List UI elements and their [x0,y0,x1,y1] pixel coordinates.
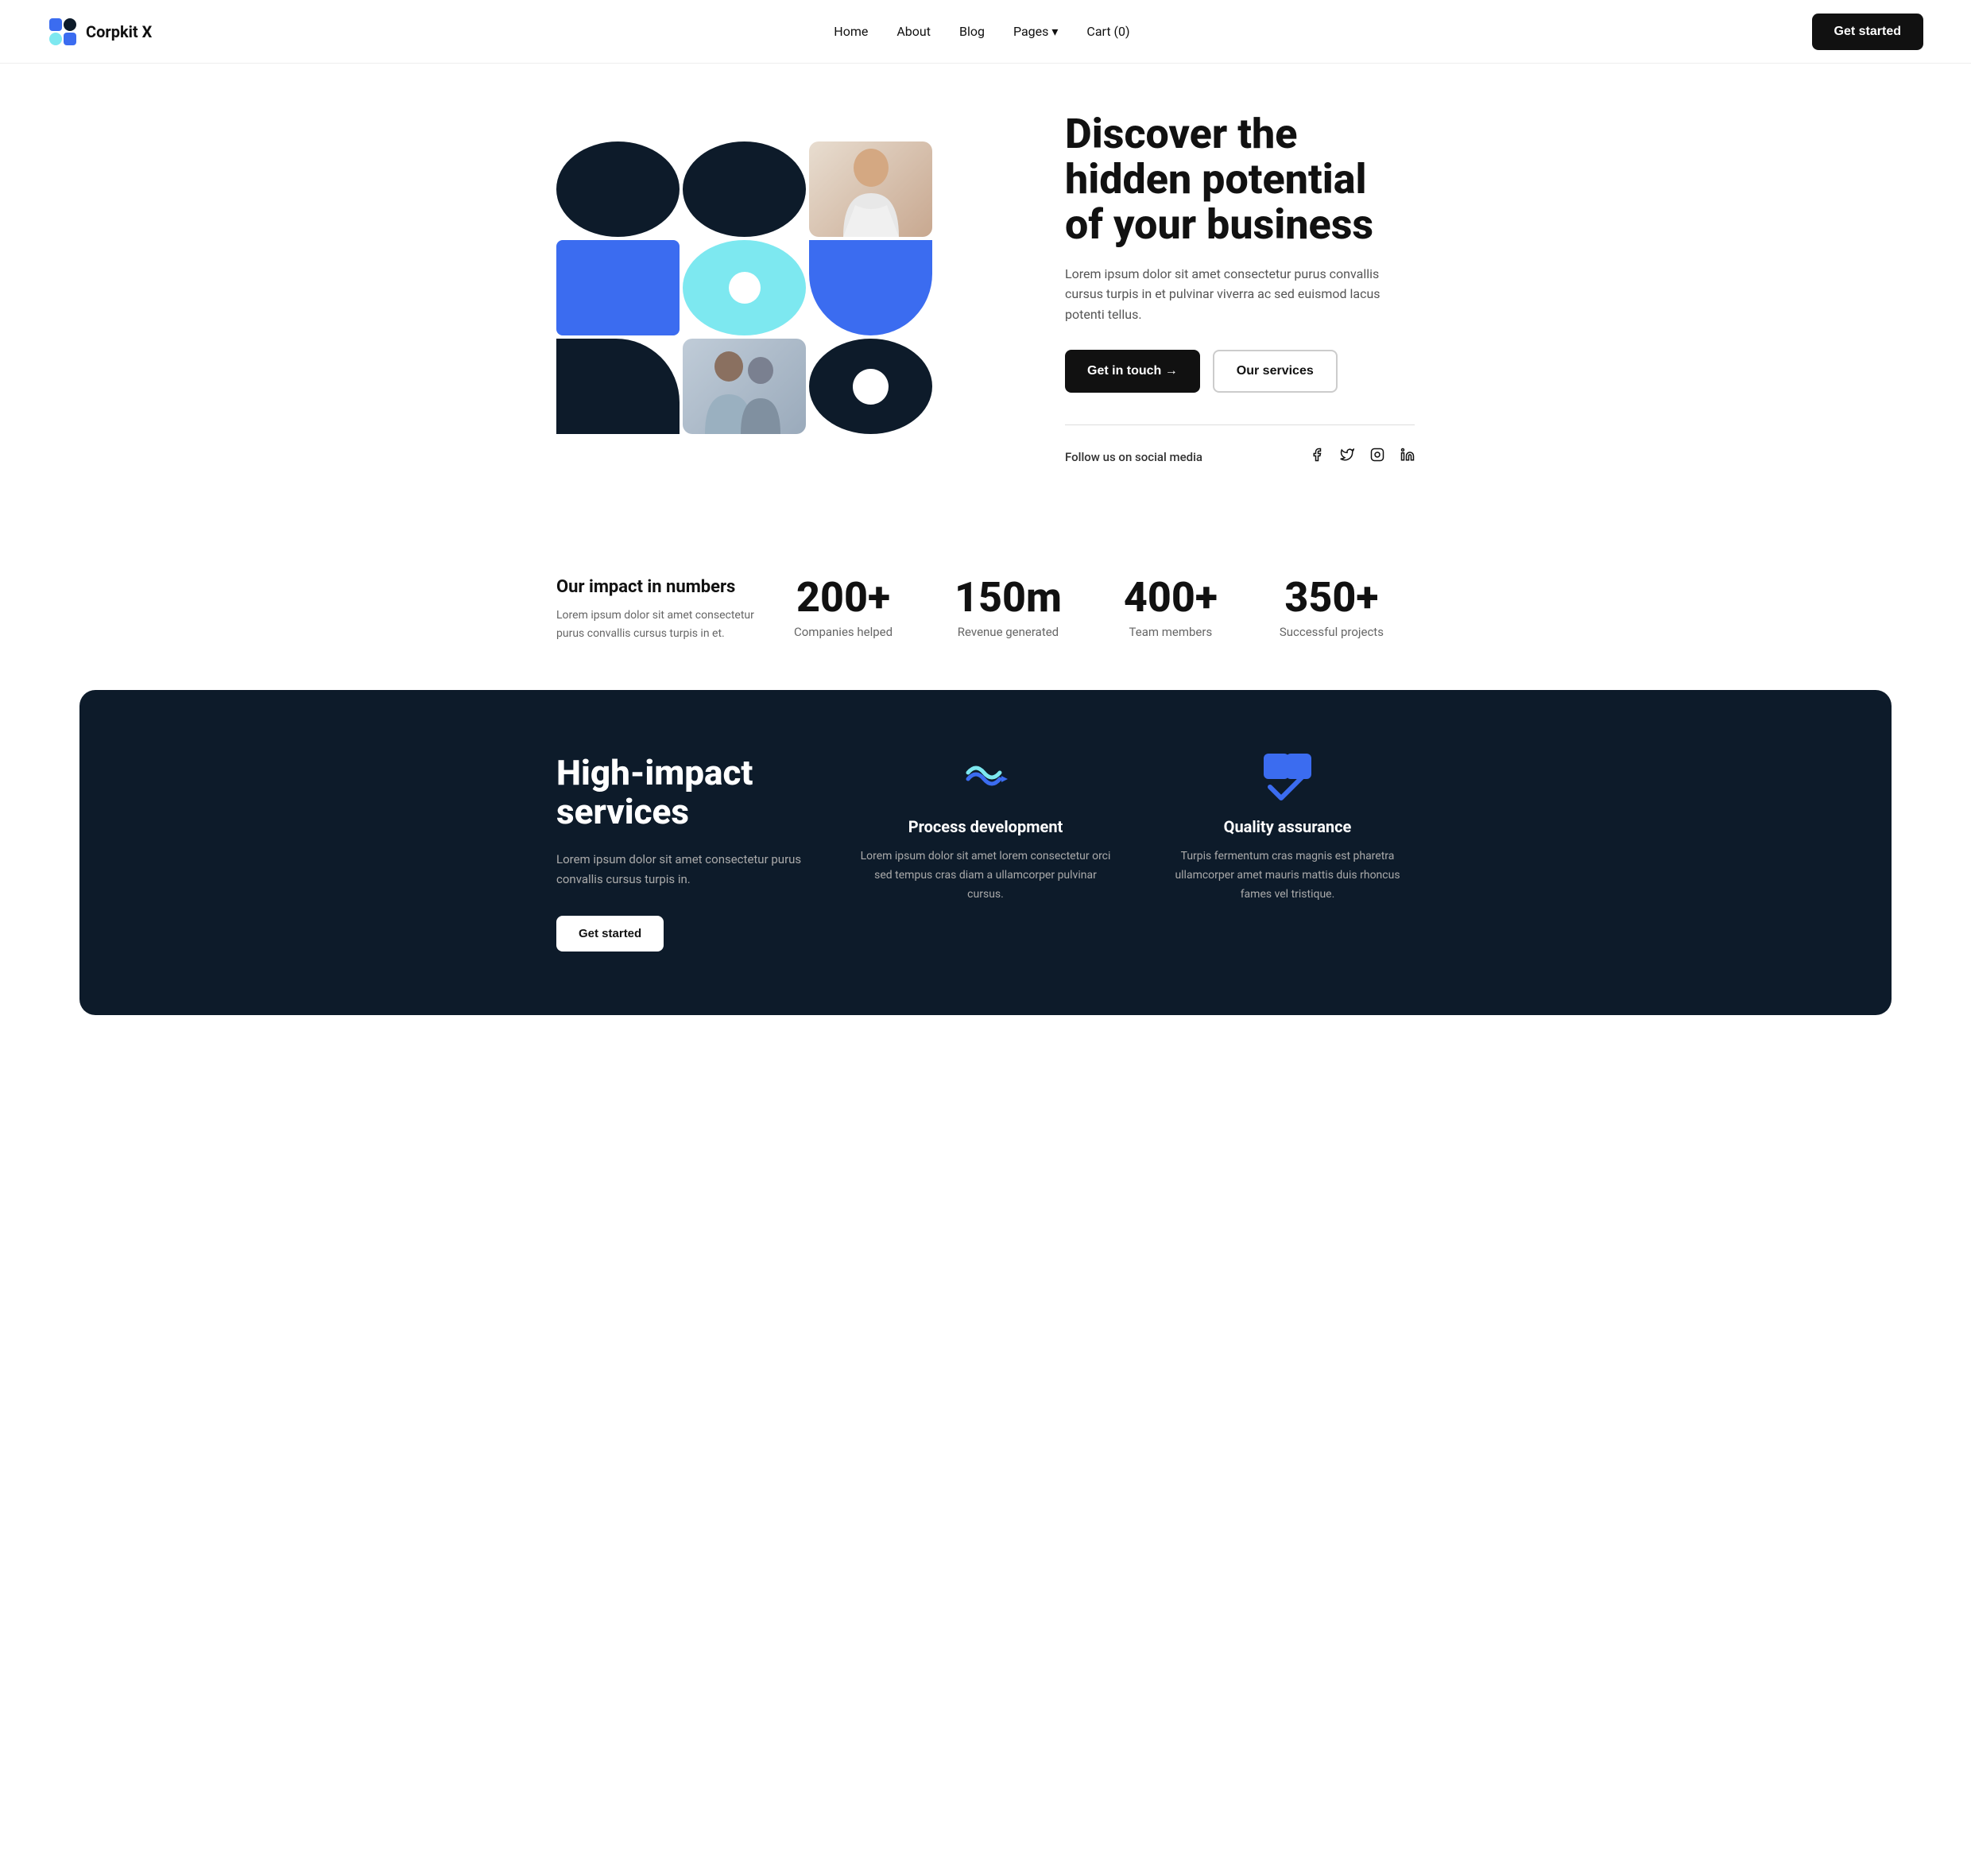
shape-dark-bottom-left [556,339,680,434]
shape-blue-square [556,240,680,335]
stat-team: 400+ Team members [1124,577,1218,639]
facebook-icon[interactable] [1310,448,1324,466]
stat-team-label: Team members [1124,625,1218,639]
stat-companies-label: Companies helped [794,625,893,639]
instagram-icon[interactable] [1370,448,1384,466]
nav-about[interactable]: About [896,24,931,39]
shape-cyan-circle [683,240,806,335]
dark-intro: High-impact services Lorem ipsum dolor s… [556,754,811,952]
shape-grid [556,141,954,434]
service-2-title: Quality assurance [1160,817,1415,836]
linkedin-icon[interactable] [1400,448,1415,466]
hero-buttons: Get in touch → Our services [1065,350,1415,393]
dark-section-grid: High-impact services Lorem ipsum dolor s… [556,754,1415,952]
navbar: Corpkit X Home About Blog Pages ▾ Cart (… [0,0,1971,64]
nav-home[interactable]: Home [834,24,868,39]
stats-numbers: 200+ Companies helped 150m Revenue gener… [763,577,1415,639]
hero-description: Lorem ipsum dolor sit amet consectetur p… [1065,264,1415,325]
stat-team-number: 400+ [1124,577,1218,618]
stats-intro: Our impact in numbers Lorem ipsum dolor … [556,577,763,642]
service-1-description: Lorem ipsum dolor sit amet lorem consect… [858,847,1113,904]
shape-dark-circle-top-mid [683,141,806,237]
chevron-down-icon: ▾ [1051,24,1058,39]
shape-blue-half [809,240,932,335]
shape-photo-1 [809,141,932,237]
hero-social: Follow us on social media [1065,424,1415,466]
shape-photo-2 [683,339,806,434]
twitter-icon[interactable] [1340,448,1354,466]
stat-companies-number: 200+ [794,577,893,618]
brand-name: Corpkit X [86,22,152,41]
stats-section: Our impact in numbers Lorem ipsum dolor … [509,529,1462,690]
hero-cta-primary[interactable]: Get in touch → [1065,350,1200,393]
service-1-title: Process development [858,817,1113,836]
social-label: Follow us on social media [1065,450,1202,464]
stat-projects-number: 350+ [1280,577,1384,618]
stat-projects: 350+ Successful projects [1280,577,1384,639]
shape-dark-circle-top [556,141,680,237]
hero-title: Discover the hidden potential of your bu… [1065,111,1415,248]
social-icons [1310,448,1415,466]
shape-dark-circle-bottom [809,339,932,434]
process-icon [962,754,1009,801]
dark-description: Lorem ipsum dolor sit amet consectetur p… [556,850,811,890]
stats-title: Our impact in numbers [556,577,763,597]
brand-logo[interactable]: Corpkit X [48,17,152,47]
stat-revenue-number: 150m [955,577,1062,618]
nav-pages-dropdown[interactable]: Pages ▾ [1013,24,1058,39]
stat-revenue-label: Revenue generated [955,625,1062,639]
stats-description: Lorem ipsum dolor sit amet consectetur p… [556,607,763,642]
hero-section: Discover the hidden potential of your bu… [509,64,1462,529]
dark-section-wrapper: High-impact services Lorem ipsum dolor s… [0,690,1971,1047]
nav-blog[interactable]: Blog [959,24,985,39]
service-card-process: Process development Lorem ipsum dolor si… [858,754,1113,952]
stat-projects-label: Successful projects [1280,625,1384,639]
nav-cta-button[interactable]: Get started [1812,14,1923,50]
hero-cta-secondary[interactable]: Our services [1213,350,1338,393]
hero-content: Discover the hidden potential of your bu… [1065,111,1415,466]
dark-cta-button[interactable]: Get started [556,916,664,952]
nav-links: Home About Blog Pages ▾ Cart (0) [834,24,1129,39]
dark-title: High-impact services [556,754,811,831]
service-card-quality: Quality assurance Turpis fermentum cras … [1160,754,1415,952]
quality-icon [1264,754,1311,801]
dark-section: High-impact services Lorem ipsum dolor s… [79,690,1892,1015]
hero-visual [556,141,954,436]
service-2-description: Turpis fermentum cras magnis est pharetr… [1160,847,1415,904]
nav-cart[interactable]: Cart (0) [1086,24,1129,39]
stat-revenue: 150m Revenue generated [955,577,1062,639]
stat-companies: 200+ Companies helped [794,577,893,639]
logo-icon [48,17,78,47]
